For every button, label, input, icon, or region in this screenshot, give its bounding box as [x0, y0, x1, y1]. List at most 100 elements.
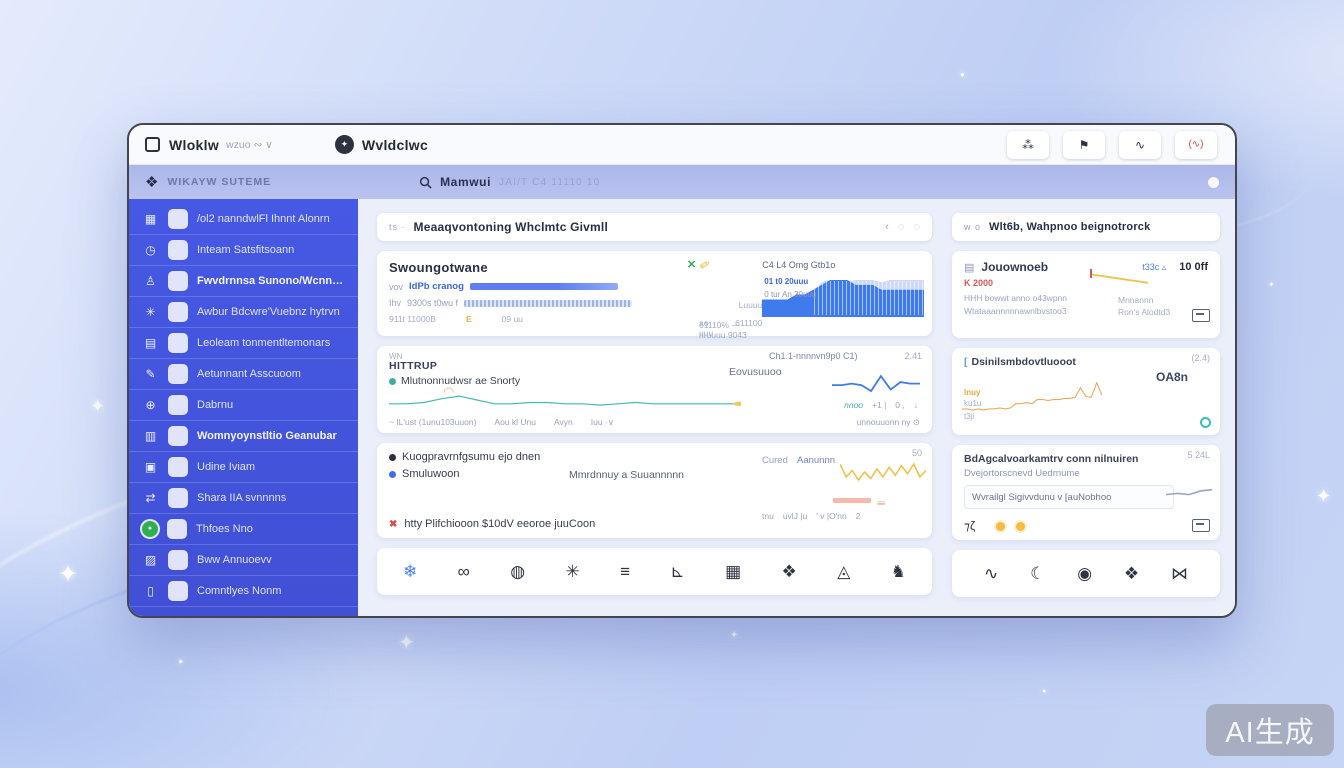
sidebar-app-icon: [168, 364, 188, 384]
secondary-tab[interactable]: ✦ Wvldclwc: [335, 135, 428, 154]
user-icon: ♙: [142, 274, 159, 288]
teal-ring-icon[interactable]: [1200, 417, 1211, 428]
sidebar-item[interactable]: ▨ Bww Annuoevv: [129, 545, 358, 576]
note-input[interactable]: [964, 485, 1174, 509]
grid-icon[interactable]: ▦: [725, 562, 741, 582]
brand-name: Wikayw Suteme: [167, 176, 271, 188]
sidebar-app-icon: [168, 488, 188, 508]
down-arrow-icon: ↓: [914, 400, 918, 410]
sparkle-icon: ✦: [1268, 280, 1275, 289]
chart-annotation: OA8n: [1154, 370, 1190, 384]
sidebar-item[interactable]: ◷ Inteam Satsfitsoann: [129, 235, 358, 266]
triangle-icon[interactable]: ◬: [837, 562, 850, 582]
net-icon[interactable]: ⋈: [1171, 564, 1188, 584]
infinity-icon[interactable]: ∞: [458, 562, 470, 582]
axis-label: Aou kl Unu: [494, 417, 536, 428]
y-axis-label: t3ji: [964, 412, 974, 421]
burst-icon[interactable]: ✳: [565, 562, 579, 582]
document-icon: ▤: [142, 336, 159, 350]
alert-row: Smuluwoon: [389, 468, 459, 480]
right-column: w o Wlt6b, Wahpnoo beignotrorck ▤ Jouown…: [952, 213, 1220, 616]
figure-icon[interactable]: ♞: [891, 562, 906, 582]
search-input[interactable]: Mamwui JAI/T C4 11110 10: [419, 172, 610, 192]
pink-bar: [833, 498, 871, 503]
sidebar-app-icon: [168, 581, 188, 601]
chart-footer-labels: tnu uvlJ |u ' v |O'nn 2: [762, 511, 860, 521]
sidebar-item[interactable]: ✳ Awbur Bdcwre'Vuebnz hytrvn: [129, 297, 358, 328]
sidebar-item[interactable]: ▤ Leoleam tonmentltemonars: [129, 328, 358, 359]
squiggle-icon[interactable]: ∿: [984, 564, 998, 584]
equals-icon[interactable]: ≡: [620, 562, 630, 582]
usage-row: vov IdPb cranog: [389, 281, 699, 292]
document-icon: ▤: [964, 261, 974, 274]
circle-icon[interactable]: ◌: [913, 221, 920, 233]
mini-zigzag-chart: [832, 372, 920, 396]
bulb-icon[interactable]: [996, 522, 1005, 531]
footer-stat: 911t 11000B: [389, 314, 436, 324]
sidebar-item[interactable]: ⇄ Shara IIA svnnnns: [129, 483, 358, 514]
mid-label: Mmrdnnuy a Suuannnnn: [569, 469, 684, 481]
moon-icon[interactable]: ☾: [1030, 564, 1045, 584]
sidebar-item[interactable]: ● Thfoes Nno: [129, 514, 358, 545]
sidebar-item-label: Shara IIA svnnnns: [197, 492, 286, 504]
main-section-title: ts · Meaaqvontoning Whclmtc Givmll ‹ ◌ ◌: [377, 213, 932, 241]
sidebar-item-label: Bww Annuoevv: [197, 554, 272, 566]
flag-icon[interactable]: ⚑: [1063, 131, 1105, 159]
scribble-icon[interactable]: (∿): [1175, 131, 1217, 159]
content-area: ts · Meaaqvontoning Whclmtc Givmll ‹ ◌ ◌…: [358, 199, 1235, 616]
title-actions: ‹ ◌ ◌: [885, 221, 920, 233]
grid-icon: ▦: [142, 212, 159, 226]
switch-box-icon[interactable]: [1192, 519, 1210, 532]
sidebar-item[interactable]: ♙ Fwvdrnnsa Sunono/Wcnntrnner: [129, 266, 358, 297]
sidebar-item[interactable]: ▣ Udine Iviam: [129, 452, 358, 483]
sidebar-item[interactable]: ✎ Aetunnant Asscuoom: [129, 359, 358, 390]
mini-stat: nnoo: [844, 400, 863, 410]
right-toolbar-icons: ∿ ☾ ◉ ❖ ⋈: [952, 550, 1220, 597]
sidebar-item[interactable]: ▥ Womnyoynstltio Geanubar: [129, 421, 358, 452]
search-icon: [419, 176, 432, 189]
titlebar-actions: ⁂ ⚑ ∿ (∿): [1007, 131, 1219, 159]
back-icon[interactable]: ‹: [885, 221, 889, 233]
wave-icon[interactable]: ∿: [1119, 131, 1161, 159]
latency-line-chart: [389, 392, 741, 416]
archive-icon: ▯: [142, 584, 159, 598]
sidebar-item[interactable]: ▦ /ol2 nanndwlFl Ihnnt Alonrn: [129, 204, 358, 235]
tab-title: Wvldclwc: [362, 137, 428, 153]
sidebar-item[interactable]: ▯ Comntlyes Nonm: [129, 576, 358, 607]
card-heading: [Dsinilsmbdovtluooot: [964, 356, 1076, 368]
teal-dot-icon: [389, 378, 396, 385]
app-header: ❖ Wikayw Suteme Mamwui JAI/T C4 11110 10: [129, 165, 1235, 199]
circle-icon[interactable]: ◌: [898, 221, 905, 233]
paw-icon[interactable]: ⁂: [1007, 131, 1049, 159]
spiral-icon[interactable]: ◉: [1077, 564, 1092, 584]
card-subheading: Dvejortorscnevd Uedrnume: [964, 468, 1080, 479]
error-x-icon: ✖: [389, 519, 397, 530]
axis-chart-icon[interactable]: ⊾: [670, 562, 684, 582]
bulb-icon[interactable]: [1016, 522, 1025, 531]
alert-row: Kuogpravrnfgsumu ejo dnen: [389, 451, 540, 463]
star-icon: ✳: [142, 305, 159, 319]
progress-bar-hatched: [464, 300, 632, 307]
brain-icon[interactable]: ❖: [782, 562, 797, 582]
hand-icon[interactable]: ❖: [1124, 564, 1139, 584]
card-heading: Swoungotwane: [389, 260, 699, 275]
pen-icon: ✎: [142, 367, 159, 381]
sidebar-app-icon: [168, 395, 188, 415]
sidebar-app-icon: [168, 550, 188, 570]
row-value: IdPb cranog: [409, 281, 464, 292]
dotted-globe-icon[interactable]: ◍: [510, 562, 525, 582]
sidebar-item[interactable]: ⊕ Dabrnu: [129, 390, 358, 421]
alert-label: Smuluwoon: [402, 468, 459, 480]
status-marks: ✕ ✐: [687, 258, 710, 274]
chart-label: Aanunnn: [797, 455, 835, 466]
box-icon[interactable]: [1192, 309, 1210, 322]
sidebar-item-label: Thfoes Nno: [196, 523, 253, 535]
sidebar-item-label: Leoleam tonmentltemonars: [197, 337, 330, 349]
alert-stat: K 2000: [964, 278, 993, 288]
sidebar-item-label: Womnyoynstltio Geanubar: [197, 430, 337, 442]
snowflake-icon[interactable]: ❄: [403, 562, 417, 582]
detail-line: HHH bowwt anno o43wpnn: [964, 293, 1067, 303]
row-label: vov: [389, 282, 403, 292]
sparkle-icon: ●: [178, 656, 183, 666]
row-right-stat: Luuuu: [739, 300, 763, 310]
